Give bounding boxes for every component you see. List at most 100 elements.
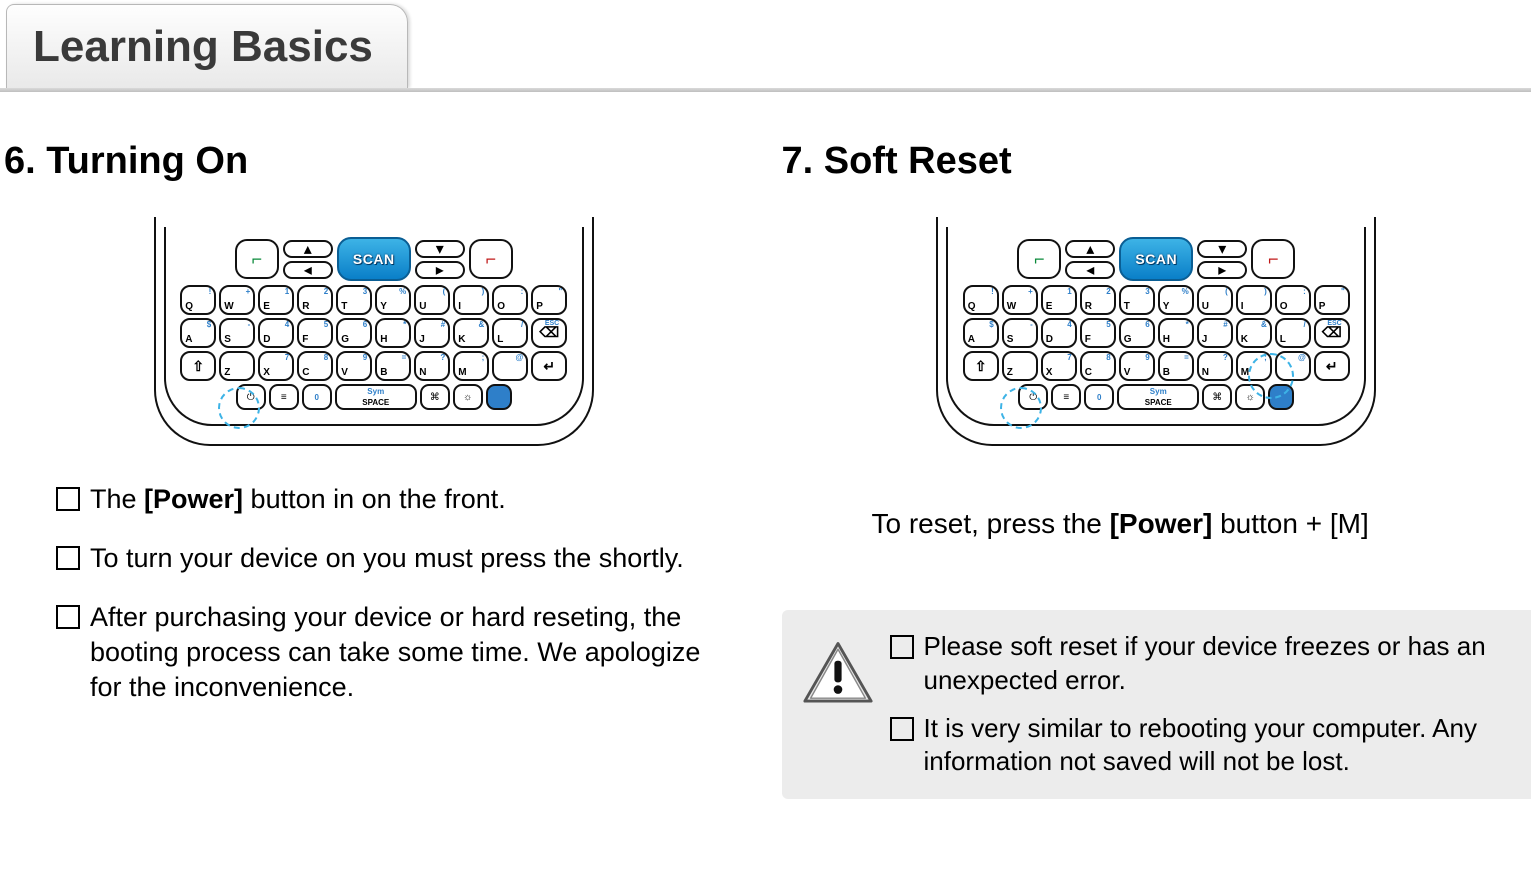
keycap-O: :O — [1275, 285, 1311, 315]
keycap-T: 3T — [336, 285, 372, 315]
text: Please soft reset if your device freezes… — [924, 631, 1486, 695]
keycap-U: (U — [1197, 285, 1233, 315]
text: It is very similar to rebooting your com… — [924, 713, 1477, 777]
zero-key: 0 — [1084, 384, 1114, 410]
device-figure-soft-reset: ⌐▴◂SCAN▾▸⌐!Q+W1E2R3T%Y(U)I:O"P$A-S4D5F6G… — [782, 217, 1531, 446]
text: button + [M] — [1212, 508, 1368, 539]
fn-key — [1268, 384, 1294, 410]
call-key: ⌐ — [235, 239, 279, 279]
keycap-G: 6G — [336, 318, 372, 348]
keycap-H: *H — [375, 318, 411, 348]
content-columns: 6. Turning On ⌐▴◂SCAN▾▸⌐!Q+W1E2R3T%Y(U)I… — [0, 140, 1531, 799]
keycap-P: "P — [1314, 285, 1350, 315]
down-arrow-key: ▾ — [415, 240, 465, 258]
up-arrow-key: ▴ — [283, 240, 333, 258]
keycap-V: 9V — [1119, 351, 1155, 381]
keycap-L: /L — [1275, 318, 1311, 348]
right-arrow-key: ▸ — [1197, 261, 1247, 279]
text-bold: [Power] — [1110, 508, 1213, 539]
keycap-I: )I — [1236, 285, 1272, 315]
keycap-C: 8C — [1080, 351, 1116, 381]
caution-bullets: Please soft reset if your device freezes… — [890, 630, 1531, 779]
section-tab-learning-basics: Learning Basics — [6, 4, 408, 88]
light-key: ☼ — [453, 384, 483, 410]
light-key: ☼ — [1235, 384, 1265, 410]
keycap-B: =B — [1158, 351, 1194, 381]
menu-key: ≡ — [269, 384, 299, 410]
text: To reset, press the — [872, 508, 1110, 539]
keycap-D: 4D — [1041, 318, 1077, 348]
keycap-A: $A — [963, 318, 999, 348]
menu-key: ≡ — [1051, 384, 1081, 410]
scan-button: SCAN — [1119, 237, 1193, 281]
keycap-E: 1E — [258, 285, 294, 315]
text: To turn your device on you must press th… — [90, 543, 684, 573]
keycap-F: 5F — [297, 318, 333, 348]
keycap-ESC: ESC⌫ — [1314, 318, 1350, 348]
text: button in on the front. — [243, 484, 506, 514]
scan-button: SCAN — [337, 237, 411, 281]
bullet: To turn your device on you must press th… — [56, 541, 732, 576]
keycap-Q: !Q — [963, 285, 999, 315]
soft-reset-instruction: To reset, press the [Power] button + [M] — [782, 482, 1531, 540]
text: The — [90, 484, 144, 514]
keycap-W: +W — [219, 285, 255, 315]
heading-step-7: 7. Soft Reset — [782, 140, 1531, 183]
bullet: The [Power] button in on the front. — [56, 482, 732, 517]
power-key: ⏻ — [236, 384, 266, 410]
keycap-↵: ↵ — [1314, 351, 1350, 381]
keycap-A: $A — [180, 318, 216, 348]
caution-box: Please soft reset if your device freezes… — [782, 610, 1531, 799]
keycap-X: 7X — [1041, 351, 1077, 381]
keycap-⇧: ⇧ — [963, 351, 999, 381]
keycap-I: )I — [453, 285, 489, 315]
keycap-C: 8C — [297, 351, 333, 381]
keycap-G: 6G — [1119, 318, 1155, 348]
keycap-↵: ↵ — [531, 351, 567, 381]
keycap-X: 7X — [258, 351, 294, 381]
left-arrow-key: ◂ — [1065, 261, 1115, 279]
text-bold: [Power] — [144, 484, 243, 514]
bullet: It is very similar to rebooting your com… — [890, 712, 1531, 780]
keycap-ESC: ESC⌫ — [531, 318, 567, 348]
keycap-W: +W — [1002, 285, 1038, 315]
keycap-K: &K — [1236, 318, 1272, 348]
device-figure-turning-on: ⌐▴◂SCAN▾▸⌐!Q+W1E2R3T%Y(U)I:O"P$A-S4D5F6G… — [4, 217, 744, 446]
warning-icon — [802, 640, 874, 706]
keycap-M: ;M — [453, 351, 489, 381]
lang-key: ⌘ — [1202, 384, 1232, 410]
keycap-S: -S — [219, 318, 255, 348]
keycap-Z: Z — [1002, 351, 1038, 381]
keycap-Z: Z — [219, 351, 255, 381]
keycap-O: :O — [492, 285, 528, 315]
keycap-Y: %Y — [375, 285, 411, 315]
heading-step-6: 6. Turning On — [4, 140, 744, 183]
keycap-S: -S — [1002, 318, 1038, 348]
col-soft-reset: 7. Soft Reset ⌐▴◂SCAN▾▸⌐!Q+W1E2R3T%Y(U)I… — [768, 140, 1531, 799]
power-key: ⏻ — [1018, 384, 1048, 410]
keycap-N: ?N — [414, 351, 450, 381]
bullet: After purchasing your device or hard res… — [56, 600, 732, 705]
keycap-D: 4D — [258, 318, 294, 348]
keycap-T: 3T — [1119, 285, 1155, 315]
left-arrow-key: ◂ — [283, 261, 333, 279]
keycap-M: ;M — [1236, 351, 1272, 381]
end-call-key: ⌐ — [469, 239, 513, 279]
keycap-⇧: ⇧ — [180, 351, 216, 381]
zero-key: 0 — [302, 384, 332, 410]
turning-on-bullets: The [Power] button in on the front. To t… — [4, 482, 744, 705]
end-call-key: ⌐ — [1251, 239, 1295, 279]
keycap-Y: %Y — [1158, 285, 1194, 315]
keycap-U: (U — [414, 285, 450, 315]
bullet: Please soft reset if your device freezes… — [890, 630, 1531, 698]
keycap-H: *H — [1158, 318, 1194, 348]
call-key: ⌐ — [1017, 239, 1061, 279]
text: After purchasing your device or hard res… — [90, 602, 700, 702]
fn-key — [486, 384, 512, 410]
space-key: SymSPACE — [1117, 384, 1199, 410]
keycap-@: @ — [492, 351, 528, 381]
keycap-F: 5F — [1080, 318, 1116, 348]
keycap-J: #J — [1197, 318, 1233, 348]
lang-key: ⌘ — [420, 384, 450, 410]
keycap-B: =B — [375, 351, 411, 381]
